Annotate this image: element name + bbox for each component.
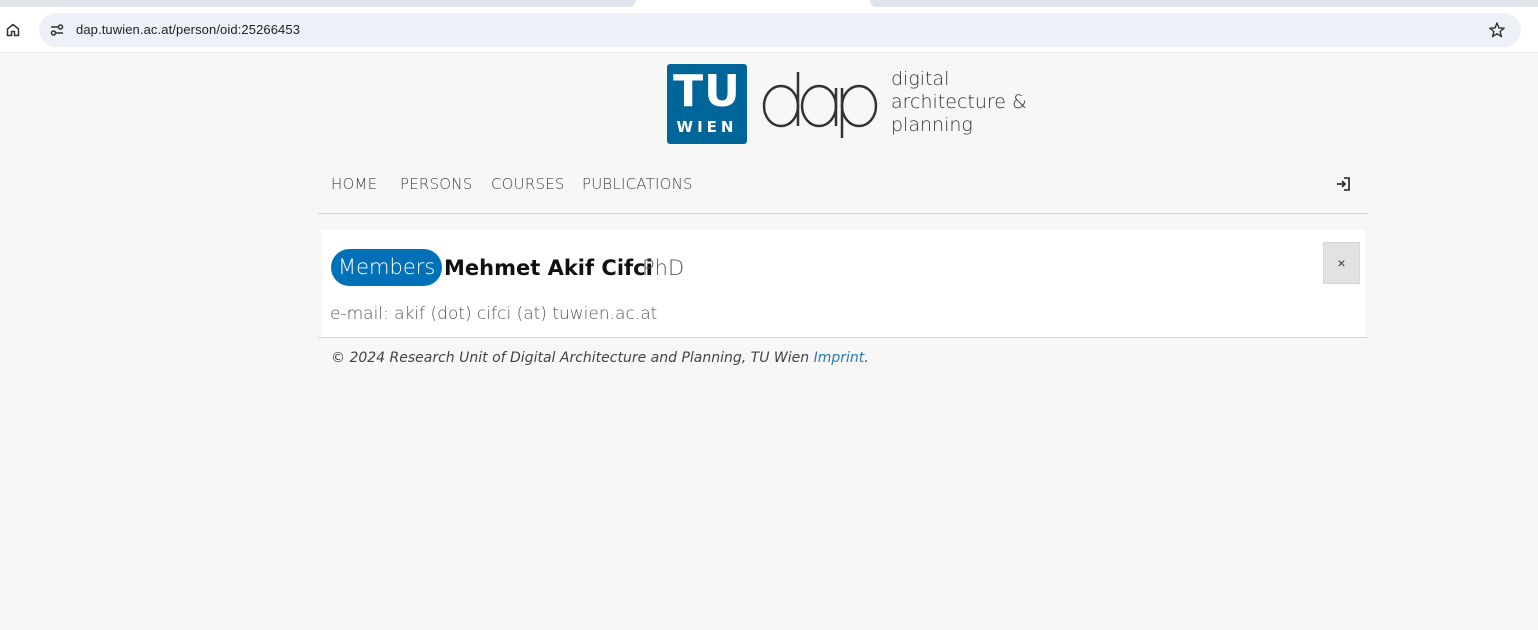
person-card: Members Mehmet Akif Cifci PhD × e-mail: … [322,230,1365,337]
background-tab[interactable] [870,0,1538,7]
nav-publications[interactable]: PUBLICATIONS [582,175,693,193]
home-icon [6,23,20,37]
url-text[interactable]: dap.tuwien.ac.at/person/oid:25266453 [76,22,300,37]
dap-logo-mark [762,72,878,138]
bookmark-button[interactable] [1487,20,1507,40]
browser-toolbar: dap.tuwien.ac.at/person/oid:25266453 [0,8,1538,53]
dap-subtitle-line: planning [891,114,973,136]
footer-divider [318,337,1369,338]
nav-home[interactable]: HOME [331,175,377,193]
dap-subtitle: digital architecture & planning [891,68,1027,137]
site-info-button[interactable] [48,21,66,39]
login-button[interactable] [1333,174,1353,194]
person-title: PhD [642,256,685,280]
logo-wien-text: WIEN [676,118,738,136]
main-nav: HOME PERSONS COURSES PUBLICATIONS [318,162,1369,214]
home-button[interactable] [3,20,23,40]
imprint-link[interactable]: Imprint [814,350,865,366]
tu-wien-logo: TU WIEN [667,64,747,144]
nav-persons[interactable]: PERSONS [400,175,472,193]
page: TU WIEN digital architecture & planning … [0,54,1538,630]
site-logo[interactable]: TU WIEN digital architecture & planning [667,64,1027,144]
members-badge[interactable]: Members [331,249,443,286]
nav-courses[interactable]: COURSES [491,175,565,193]
dap-subtitle-line: architecture & [891,91,1027,113]
logo-tu-text: TU [673,66,741,117]
background-tab[interactable] [0,0,636,7]
person-email: e-mail: akif (dot) cifci (at) tuwien.ac.… [330,304,658,324]
login-icon [1337,177,1350,191]
dap-subtitle-line: digital [891,68,950,90]
address-bar[interactable]: dap.tuwien.ac.at/person/oid:25266453 [39,13,1521,47]
close-button[interactable]: × [1323,242,1360,284]
footer: © 2024 Research Unit of Digital Architec… [331,350,869,366]
star-icon [1489,22,1505,38]
footer-copyright: © 2024 Research Unit of Digital Architec… [331,350,814,366]
footer-period: . [864,350,869,366]
tune-icon [50,24,64,36]
person-name: Mehmet Akif Cifci [444,256,653,280]
tab-strip [0,0,1538,8]
